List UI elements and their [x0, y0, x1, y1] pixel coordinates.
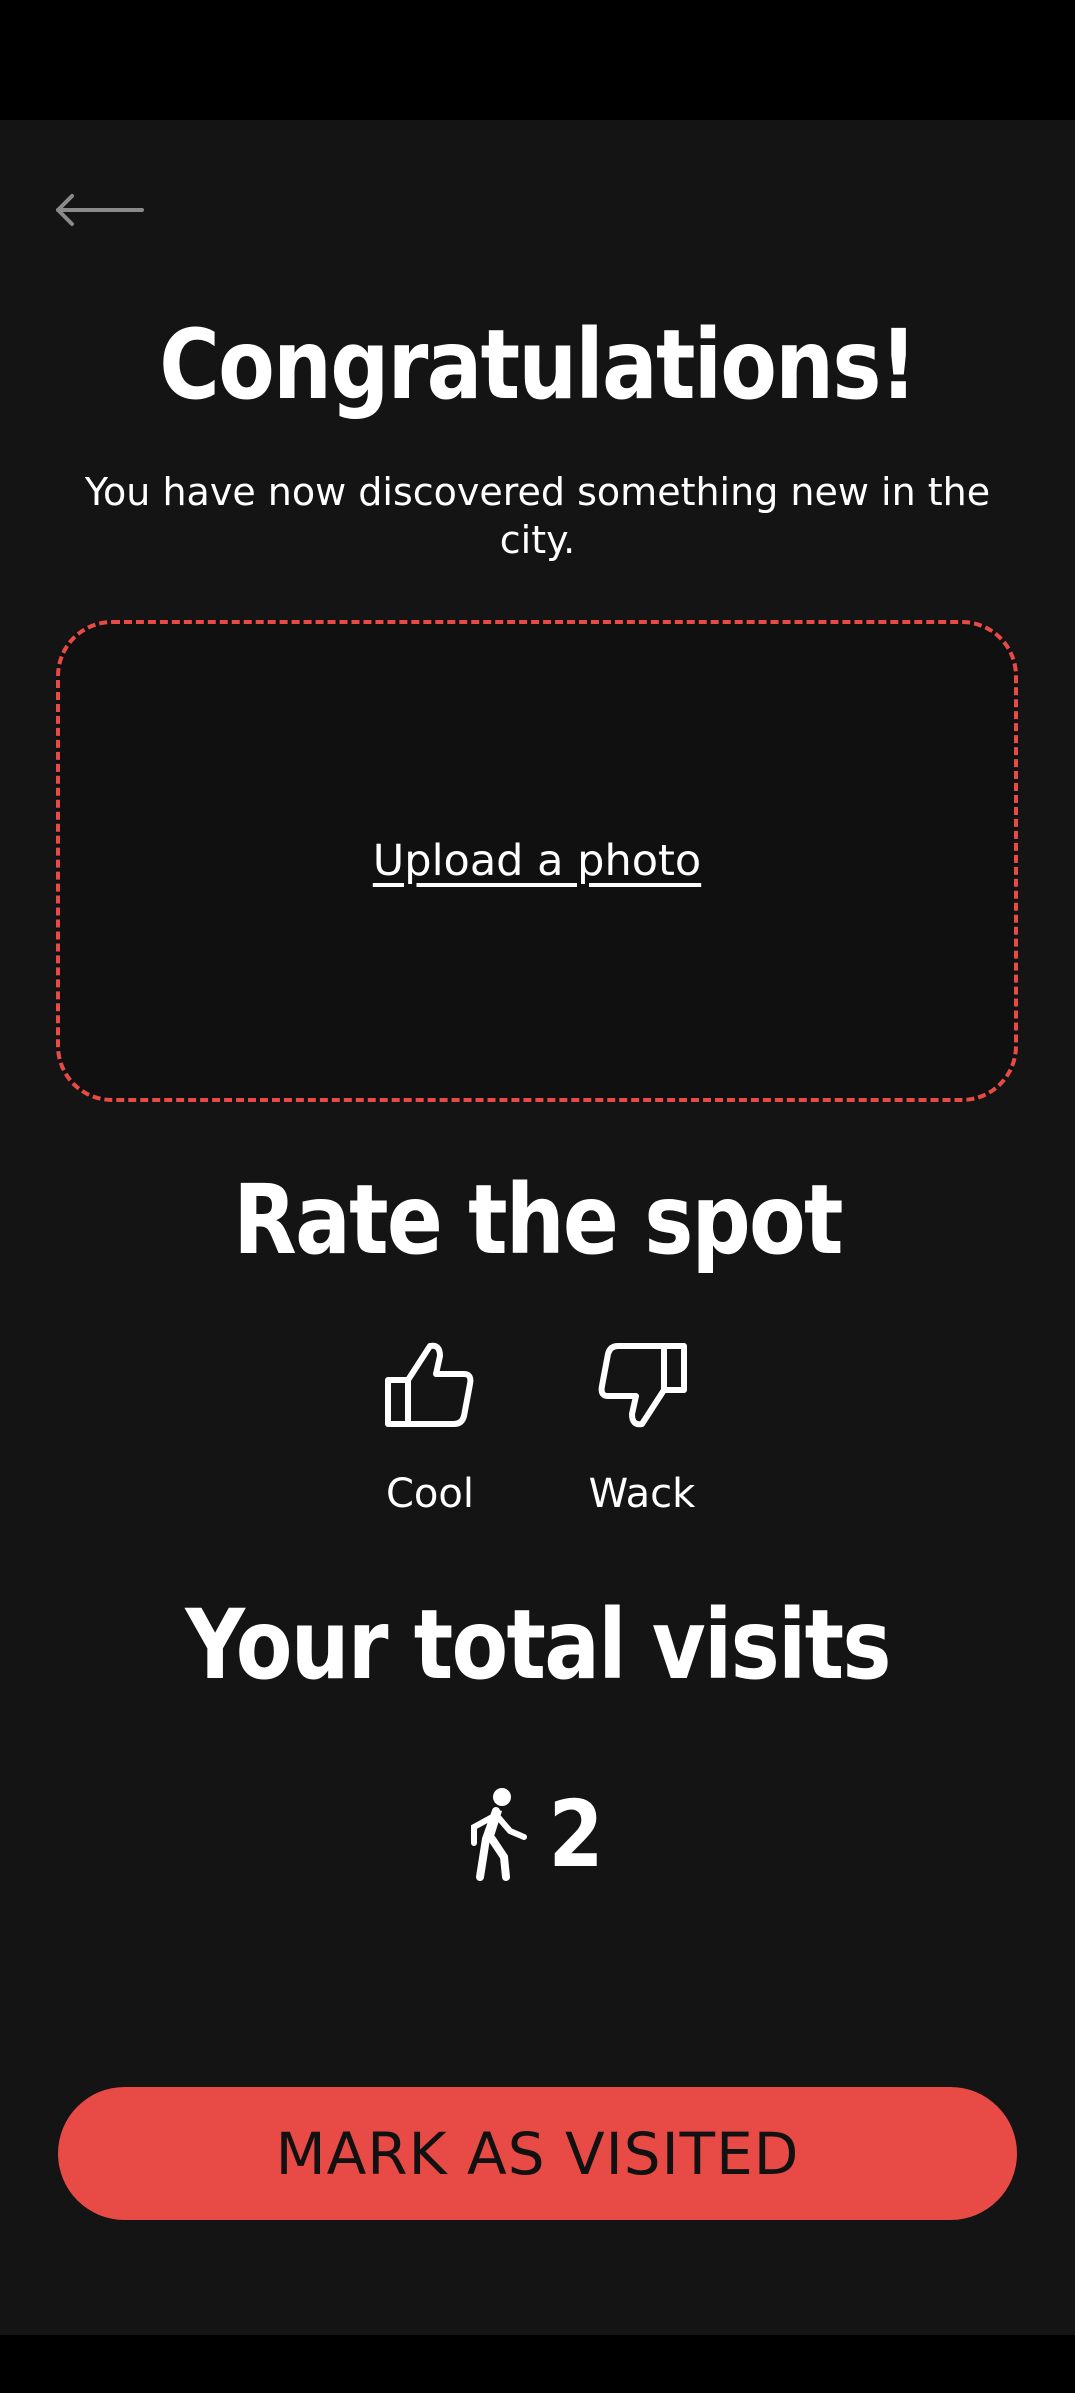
total-visits-title: Your total visits [185, 1589, 891, 1701]
walking-person-icon [466, 1787, 530, 1883]
rate-wack-button[interactable]: Wack [562, 1340, 722, 1530]
upload-photo-link[interactable]: Upload a photo [373, 836, 701, 886]
status-bar [0, 0, 1075, 120]
rate-cool-label: Cool [386, 1471, 474, 1517]
navigation-bar [0, 2335, 1075, 2393]
rate-spot-title: Rate the spot [233, 1164, 843, 1276]
total-visits-count: 2 [548, 1781, 605, 1888]
rate-wack-label: Wack [588, 1471, 696, 1517]
thumbs-down-icon [562, 1340, 722, 1430]
total-visits-row: 2 [0, 1780, 1075, 1890]
mark-as-visited-button[interactable]: MARK AS VISITED [58, 2087, 1017, 2220]
photo-upload-area[interactable]: Upload a photo [56, 620, 1018, 1102]
back-button[interactable] [50, 180, 150, 240]
mark-as-visited-label: MARK AS VISITED [275, 2119, 800, 2188]
page-title: Congratulations! [159, 309, 917, 421]
rate-cool-button[interactable]: Cool [350, 1340, 510, 1530]
page-subtitle: You have now discovered something new in… [84, 470, 991, 562]
thumbs-up-icon [350, 1340, 510, 1430]
arrow-left-icon [50, 180, 150, 240]
